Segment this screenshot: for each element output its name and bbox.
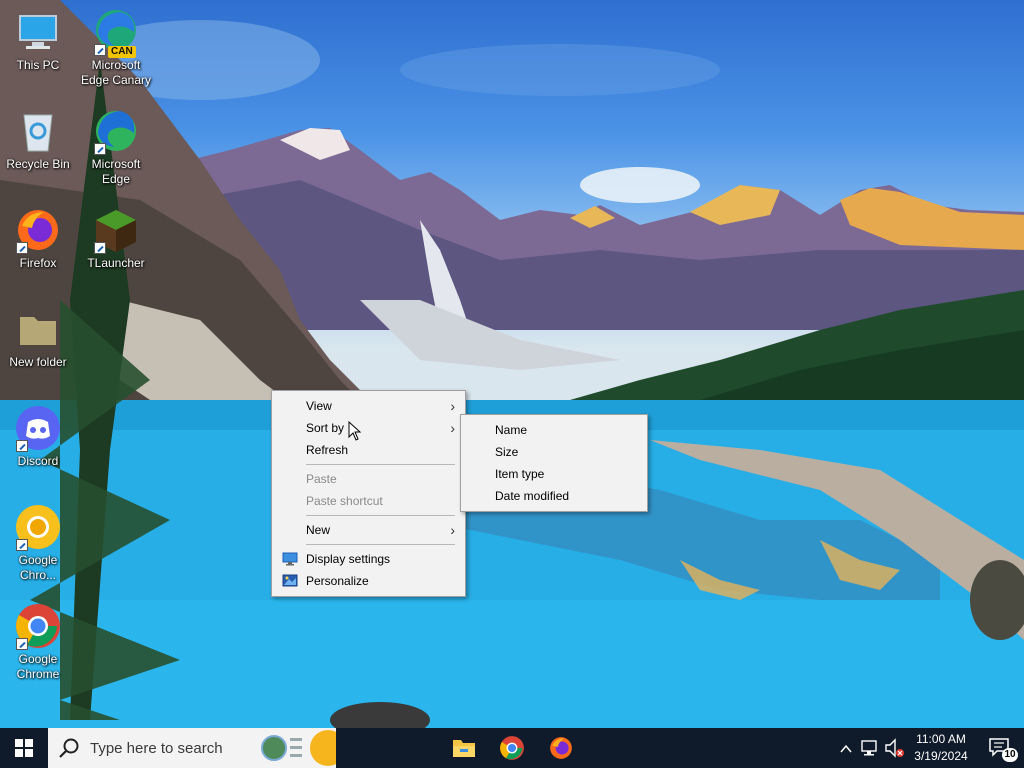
taskbar: Type here to search 11:00 AM 3/19/2024 1… (0, 728, 1024, 768)
desktop-icon-google-chrome-canary[interactable]: Google Chro... (0, 503, 76, 583)
canary-badge: CAN (108, 46, 136, 58)
notification-center-button[interactable]: 10 (988, 736, 1018, 762)
desktop-context-menu: View › Sort by › Refresh Paste Paste sho… (271, 390, 466, 597)
menu-item-label: Display settings (306, 552, 391, 566)
menu-item-sort-by[interactable]: Sort by › (272, 417, 465, 441)
taskbar-clock[interactable]: 11:00 AM 3/19/2024 (906, 731, 976, 765)
shortcut-arrow-icon (16, 242, 28, 254)
google-chrome-icon (14, 602, 62, 650)
shortcut-arrow-icon (16, 539, 28, 551)
menu-item-view[interactable]: View › (272, 395, 465, 417)
sort-by-submenu: Name Size Item type Date modified (460, 414, 648, 512)
notification-count-badge: 10 (1002, 748, 1018, 762)
edge-canary-icon: CAN (92, 8, 140, 58)
menu-item-display-settings[interactable]: Display settings (272, 548, 465, 570)
system-tray (838, 728, 906, 768)
taskbar-search-box[interactable]: Type here to search (48, 728, 336, 768)
search-placeholder: Type here to search (90, 739, 223, 757)
desktop-icon-new-folder[interactable]: New folder (0, 305, 76, 370)
icon-label: Microsoft Edge (91, 157, 141, 186)
edge-icon (92, 107, 140, 155)
mouse-cursor-icon (348, 421, 362, 441)
windows-logo-icon (15, 739, 33, 757)
desktop-icon-tlauncher[interactable]: TLauncher (78, 206, 154, 271)
menu-item-refresh[interactable]: Refresh (272, 439, 465, 461)
shortcut-arrow-icon (94, 44, 106, 56)
menu-item-label: Item type (495, 467, 545, 481)
google-chrome-canary-icon (14, 503, 62, 551)
menu-item-label: Sort by (306, 421, 345, 435)
file-explorer-icon (453, 740, 475, 757)
menu-item-personalize[interactable]: Personalize (272, 570, 465, 592)
volume-muted-icon[interactable] (884, 728, 906, 768)
tlauncher-icon (92, 206, 140, 254)
menu-item-label: Date modified (495, 489, 570, 503)
chevron-up-icon[interactable] (838, 728, 854, 768)
menu-item-label: View (306, 399, 332, 413)
menu-item-label: New (306, 523, 331, 537)
clock-date: 3/19/2024 (914, 749, 968, 763)
desktop-icon-google-chrome[interactable]: Google Chrome (0, 602, 76, 682)
menu-item-new[interactable]: New › (272, 519, 465, 541)
icon-label: Microsoft Edge Canary (80, 58, 152, 87)
icon-label: New folder (9, 355, 67, 369)
clock-time: 11:00 AM (916, 732, 966, 746)
search-icon (59, 738, 79, 758)
menu-item-label: Paste shortcut (306, 494, 383, 508)
icon-label: Google Chro... (18, 553, 58, 582)
menu-item-label: Name (495, 423, 528, 437)
shortcut-arrow-icon (94, 143, 106, 155)
desktop-icon-this-pc[interactable]: This PC (0, 8, 76, 73)
icon-label: Discord (17, 454, 59, 468)
recycle-bin-icon (14, 107, 62, 155)
firefox-icon (550, 737, 572, 759)
menu-item-paste-shortcut: Paste shortcut (272, 490, 465, 512)
taskbar-firefox[interactable] (537, 728, 585, 768)
shortcut-arrow-icon (94, 242, 106, 254)
desktop-icon-recycle-bin[interactable]: Recycle Bin (0, 107, 76, 172)
search-highlight-image (260, 728, 336, 768)
menu-item-paste: Paste (272, 468, 465, 490)
firefox-icon (14, 206, 62, 254)
network-icon[interactable] (860, 728, 880, 768)
folder-icon (14, 305, 62, 353)
icon-label: Recycle Bin (6, 157, 70, 171)
menu-item-label: Refresh (306, 443, 349, 457)
sort-option-name[interactable]: Name (461, 419, 647, 441)
menu-item-label: Paste (306, 472, 337, 486)
desktop-icon-edge-canary[interactable]: CAN Microsoft Edge Canary (78, 8, 154, 88)
taskbar-file-explorer[interactable] (440, 728, 488, 768)
icon-label: Firefox (19, 256, 57, 270)
start-button[interactable] (0, 728, 48, 768)
menu-separator (306, 544, 455, 545)
sort-option-item-type[interactable]: Item type (461, 463, 647, 485)
google-chrome-icon (500, 736, 524, 760)
menu-item-label: Personalize (306, 574, 369, 588)
chevron-right-icon: › (450, 398, 455, 414)
desktop-icon-edge[interactable]: Microsoft Edge (78, 107, 154, 187)
taskbar-google-chrome[interactable] (488, 728, 536, 768)
chevron-right-icon: › (450, 522, 455, 538)
desktop-icon-firefox[interactable]: Firefox (0, 206, 76, 271)
icon-label: Google Chrome (16, 652, 60, 681)
this-pc-icon (14, 8, 62, 56)
menu-separator (306, 464, 455, 465)
discord-icon (14, 404, 62, 452)
menu-item-label: Size (495, 445, 519, 459)
icon-label: TLauncher (87, 256, 145, 270)
shortcut-arrow-icon (16, 638, 28, 650)
chevron-right-icon: › (450, 420, 455, 436)
shortcut-arrow-icon (16, 440, 28, 452)
sort-option-size[interactable]: Size (461, 441, 647, 463)
menu-separator (306, 515, 455, 516)
desktop-icon-discord[interactable]: Discord (0, 404, 76, 469)
sort-option-date-modified[interactable]: Date modified (461, 485, 647, 507)
icon-label: This PC (16, 58, 60, 72)
display-settings-icon (282, 552, 298, 566)
personalize-icon (282, 574, 298, 587)
